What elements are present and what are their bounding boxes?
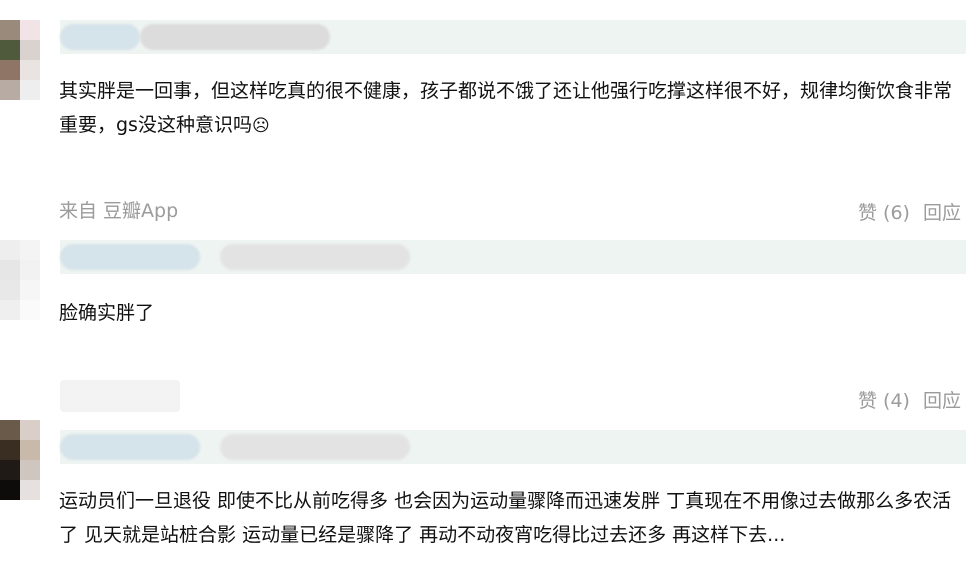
frown-emoji-icon: ☹ [251, 116, 270, 136]
comment-text: 运动员们一旦退役 即使不比从前吃得多 也会因为运动量骤降而迅速发胖 丁真现在不用… [59, 490, 952, 546]
comment-text: 脸确实胖了 [59, 302, 155, 324]
username-blurred[interactable] [60, 240, 966, 274]
avatar[interactable] [0, 240, 40, 320]
reply-button[interactable]: 回应 [923, 389, 961, 413]
comment-text: 其实胖是一回事，但这样吃真的很不健康，孩子都说不饿了还让他强行吃撑这样很不好，规… [59, 74, 964, 143]
comment-body: 其实胖是一回事，但这样吃真的很不健康，孩子都说不饿了还让他强行吃撑这样很不好，规… [59, 80, 953, 136]
username-blurred[interactable] [60, 430, 966, 464]
username-blurred[interactable] [60, 20, 966, 54]
reply-button[interactable]: 回应 [923, 201, 961, 225]
comment-source: 来自 豆瓣App [59, 200, 179, 222]
like-button[interactable]: 赞 (4) [858, 389, 910, 413]
like-button[interactable]: 赞 (6) [858, 201, 910, 225]
avatar[interactable] [0, 420, 40, 500]
avatar[interactable] [0, 20, 40, 100]
username-blurred[interactable] [60, 380, 180, 412]
